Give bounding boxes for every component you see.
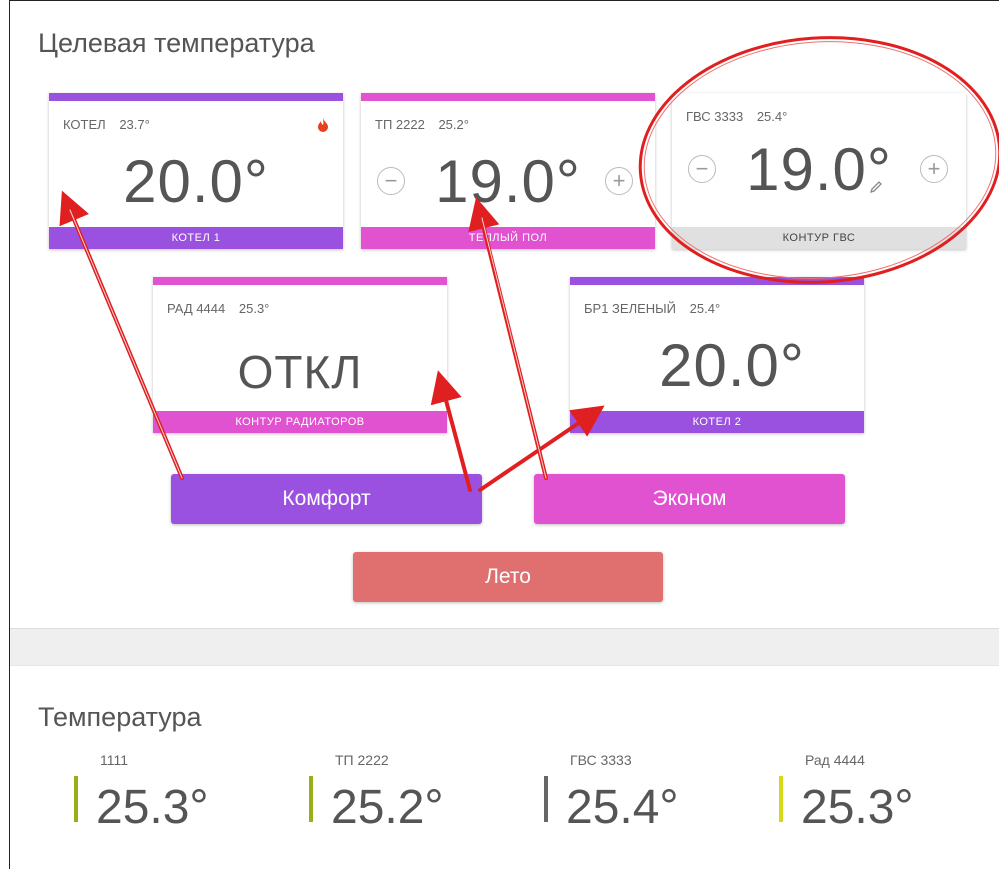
sensor-color-bar: [309, 776, 313, 822]
temperature-title: Температура: [38, 702, 202, 732]
sensor-color-bar: [544, 776, 548, 822]
highlight-ellipse: [638, 36, 999, 284]
sensor-label: ТП 2222: [335, 752, 389, 768]
sensor-value: 25.4°: [566, 781, 679, 834]
sensor-value: 25.2°: [331, 781, 444, 834]
annotation-overlay: [59, 36, 999, 492]
sensor-color-bar: [779, 776, 783, 822]
sensor-label: 1111: [100, 752, 129, 768]
sensor-label: Рад 4444: [805, 752, 865, 768]
arrow-to-radiators: [430, 370, 472, 492]
sensor-label: ГВС 3333: [570, 752, 632, 768]
section-divider: [10, 628, 999, 666]
sensor-value: 25.3°: [801, 781, 914, 834]
sensor-color-bar: [74, 776, 78, 822]
sensor-value: 25.3°: [96, 781, 209, 834]
